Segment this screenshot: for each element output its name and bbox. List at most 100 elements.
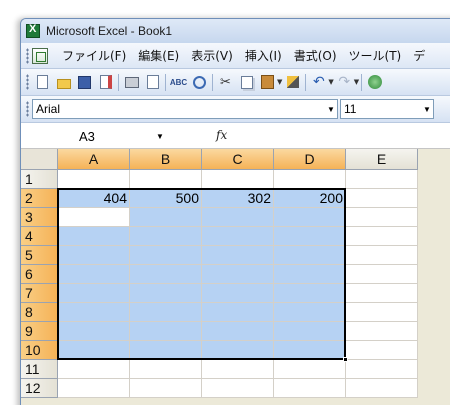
cell-B11[interactable] — [130, 360, 202, 379]
menubar-grip-handle[interactable] — [26, 47, 29, 64]
cell-C4[interactable] — [202, 227, 274, 246]
cell-E7[interactable] — [346, 284, 418, 303]
cell-E2[interactable] — [346, 189, 418, 208]
row-header-9[interactable]: 9 — [21, 322, 58, 341]
menu-insert[interactable]: 挿入(I) — [239, 46, 288, 66]
row-header-3[interactable]: 3 — [21, 208, 58, 227]
cell-B8[interactable] — [130, 303, 202, 322]
cell-E8[interactable] — [346, 303, 418, 322]
cell-D1[interactable] — [274, 170, 346, 189]
cell-A9[interactable] — [58, 322, 130, 341]
insert-function-icon[interactable]: fx — [216, 128, 227, 142]
cell-C2[interactable]: 302 — [202, 189, 274, 208]
font-name-combo[interactable]: Arial ▼ — [32, 99, 338, 119]
cell-A6[interactable] — [58, 265, 130, 284]
cell-A8[interactable] — [58, 303, 130, 322]
cell-B12[interactable] — [130, 379, 202, 398]
cell-D12[interactable] — [274, 379, 346, 398]
cell-D7[interactable] — [274, 284, 346, 303]
workbook-icon[interactable] — [32, 47, 48, 64]
column-header-E[interactable]: E — [346, 149, 418, 170]
cell-D9[interactable] — [274, 322, 346, 341]
cell-C9[interactable] — [202, 322, 274, 341]
row-header-8[interactable]: 8 — [21, 303, 58, 322]
column-header-B[interactable]: B — [130, 149, 202, 170]
menu-data[interactable]: デ — [407, 46, 431, 66]
cell-D8[interactable] — [274, 303, 346, 322]
menu-edit[interactable]: 編集(E) — [132, 46, 185, 66]
save-button[interactable] — [76, 74, 93, 91]
menu-format[interactable]: 書式(O) — [288, 46, 343, 66]
research-button[interactable] — [191, 74, 208, 91]
cell-A4[interactable] — [58, 227, 130, 246]
redo-dropdown-arrow-icon[interactable]: ▼ — [354, 78, 359, 86]
cell-E9[interactable] — [346, 322, 418, 341]
menu-tools[interactable]: ツール(T) — [343, 46, 408, 66]
cell-C6[interactable] — [202, 265, 274, 284]
menu-view[interactable]: 表示(V) — [185, 46, 239, 66]
undo-button[interactable]: ↶ — [310, 74, 327, 91]
row-header-12[interactable]: 12 — [21, 379, 58, 398]
cell-D2[interactable]: 200 — [274, 189, 346, 208]
cell-D6[interactable] — [274, 265, 346, 284]
new-button[interactable] — [34, 74, 51, 91]
cell-B1[interactable] — [130, 170, 202, 189]
cell-D5[interactable] — [274, 246, 346, 265]
cell-C5[interactable] — [202, 246, 274, 265]
cell-A10[interactable] — [58, 341, 130, 360]
row-header-5[interactable]: 5 — [21, 246, 58, 265]
cell-B9[interactable] — [130, 322, 202, 341]
cell-E10[interactable] — [346, 341, 418, 360]
open-button[interactable] — [55, 74, 72, 91]
cell-C1[interactable] — [202, 170, 274, 189]
cell-E12[interactable] — [346, 379, 418, 398]
cell-E5[interactable] — [346, 246, 418, 265]
paste-dropdown-arrow-icon[interactable]: ▼ — [277, 78, 282, 86]
row-header-10[interactable]: 10 — [21, 341, 58, 360]
permission-button[interactable] — [97, 74, 114, 91]
column-header-C[interactable]: C — [202, 149, 274, 170]
cell-D4[interactable] — [274, 227, 346, 246]
formatbar-grip-handle[interactable] — [26, 101, 29, 117]
cell-B7[interactable] — [130, 284, 202, 303]
format-painter-button[interactable] — [284, 74, 301, 91]
cell-C7[interactable] — [202, 284, 274, 303]
cell-C10[interactable] — [202, 341, 274, 360]
row-header-7[interactable]: 7 — [21, 284, 58, 303]
cell-E6[interactable] — [346, 265, 418, 284]
chevron-down-icon[interactable]: ▼ — [156, 132, 164, 141]
cell-A11[interactable] — [58, 360, 130, 379]
undo-dropdown-arrow-icon[interactable]: ▼ — [328, 78, 333, 86]
row-header-4[interactable]: 4 — [21, 227, 58, 246]
select-all-corner[interactable] — [21, 149, 58, 170]
cell-B6[interactable] — [130, 265, 202, 284]
column-header-D[interactable]: D — [274, 149, 346, 170]
cell-A7[interactable] — [58, 284, 130, 303]
chevron-down-icon[interactable]: ▼ — [325, 100, 337, 118]
cell-C12[interactable] — [202, 379, 274, 398]
cell-A5[interactable] — [58, 246, 130, 265]
cell-A1[interactable] — [58, 170, 130, 189]
cell-B5[interactable] — [130, 246, 202, 265]
cell-B3[interactable] — [130, 208, 202, 227]
cell-E11[interactable] — [346, 360, 418, 379]
hyperlink-button[interactable] — [366, 74, 383, 91]
cell-C8[interactable] — [202, 303, 274, 322]
paste-button[interactable] — [259, 74, 276, 91]
cell-E4[interactable] — [346, 227, 418, 246]
spelling-button[interactable]: ABC — [170, 74, 187, 91]
cell-B10[interactable] — [130, 341, 202, 360]
row-header-1[interactable]: 1 — [21, 170, 58, 189]
row-header-11[interactable]: 11 — [21, 360, 58, 379]
cell-C11[interactable] — [202, 360, 274, 379]
cell-A12[interactable] — [58, 379, 130, 398]
cell-D11[interactable] — [274, 360, 346, 379]
copy-button[interactable] — [238, 74, 255, 91]
cell-B4[interactable] — [130, 227, 202, 246]
cell-A3[interactable] — [58, 208, 130, 227]
name-box[interactable]: A3 ▼ — [58, 126, 168, 146]
redo-button[interactable]: ↷ — [336, 74, 353, 91]
cell-E1[interactable] — [346, 170, 418, 189]
print-button[interactable] — [123, 74, 140, 91]
cell-A2[interactable]: 404 — [58, 189, 130, 208]
